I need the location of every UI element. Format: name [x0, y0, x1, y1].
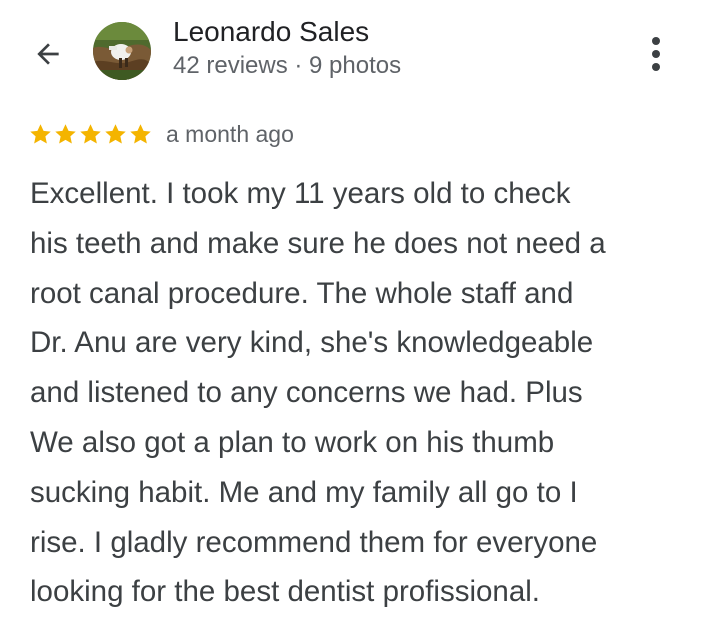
review-text: Excellent. I took my 11 years old to che…: [30, 169, 680, 617]
star-rating: [28, 122, 153, 147]
review-header: Leonardo Sales 42 reviews · 9 photos: [0, 0, 706, 105]
review-text-line: rise. I gladly recommend them for everyo…: [30, 525, 598, 559]
review-text-line: root canal procedure. The whole staff an…: [30, 276, 574, 310]
arrow-left-icon: [37, 43, 59, 65]
more-options-button[interactable]: [636, 30, 676, 78]
star-icon: [30, 123, 51, 143]
star-icon: [130, 123, 151, 143]
back-button[interactable]: [26, 32, 70, 76]
review-text-line: Excellent. I took my 11 years old to che…: [30, 177, 571, 210]
star-icon: [55, 123, 76, 143]
review-text-line: and listened to any concerns we had. Plu…: [30, 376, 583, 410]
review-text-line: sucking habit. Me and my family all go t…: [30, 475, 578, 509]
author-name[interactable]: Leonardo Sales: [173, 14, 369, 50]
review-text-line: his teeth and make sure he does not need…: [30, 226, 606, 260]
avatar[interactable]: [93, 22, 151, 80]
star-icon: [105, 123, 126, 143]
avatar-photo: [93, 22, 151, 80]
rating-row: a month ago: [28, 117, 294, 151]
review-text-line: Dr. Anu are very kind, she's knowledgeab…: [30, 326, 594, 360]
review-text-line: We also got a plan to work on his thumb: [30, 425, 555, 459]
more-vert-icon: [652, 37, 660, 71]
author-meta: 42 reviews · 9 photos: [173, 52, 402, 79]
review-text-line: looking for the best dentist profissiona…: [30, 575, 540, 609]
review-date: a month ago: [166, 120, 294, 147]
star-icon: [80, 123, 101, 143]
